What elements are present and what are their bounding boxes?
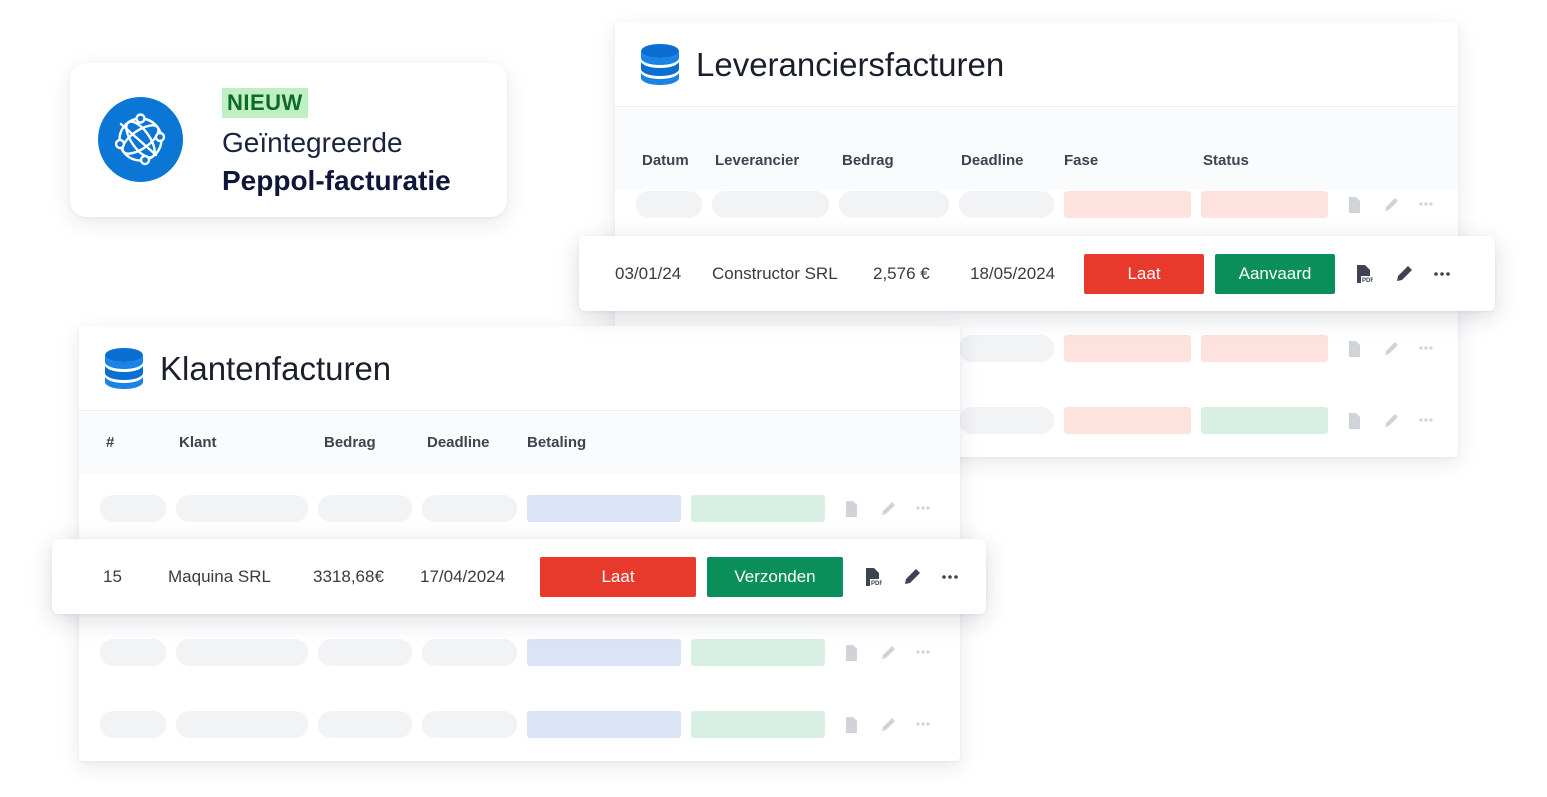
column-header-row: Datum Leverancier Bedrag Deadline Fase S… xyxy=(615,108,1458,190)
new-badge: NIEUW xyxy=(222,88,308,118)
pdf-icon[interactable]: PDF xyxy=(864,567,882,587)
skeleton-status xyxy=(691,639,825,666)
skeleton-cell xyxy=(176,711,308,738)
pdf-icon[interactable] xyxy=(1347,196,1363,214)
skeleton-cell xyxy=(100,639,166,666)
more-icon[interactable] xyxy=(1419,418,1433,422)
pencil-icon[interactable] xyxy=(1382,340,1400,358)
panel-header: Klantenfacturen xyxy=(79,326,960,411)
skeleton-status xyxy=(1201,335,1328,362)
invoice-deadline: 17/04/2024 xyxy=(420,567,506,586)
pdf-icon[interactable] xyxy=(1347,412,1363,430)
skeleton-cell xyxy=(318,711,412,738)
status-sent-badge[interactable]: Verzonden xyxy=(707,557,843,597)
invoice-date: 03/01/24 xyxy=(615,264,682,283)
column-payment[interactable]: Betaling xyxy=(527,434,586,451)
database-icon xyxy=(103,347,145,394)
pencil-icon[interactable] xyxy=(902,567,922,587)
more-icon[interactable] xyxy=(916,506,930,510)
more-icon[interactable] xyxy=(916,722,930,726)
panel-title: Klantenfacturen xyxy=(160,350,392,387)
panel-title: Leveranciersfacturen xyxy=(696,46,1005,83)
invoice-deadline: 18/05/2024 xyxy=(970,264,1056,283)
column-client[interactable]: Klant xyxy=(179,434,217,451)
skeleton-cell xyxy=(422,711,517,738)
supplier-invoice-row[interactable]: 03/01/24 Constructor SRL 2,576 € 18/05/2… xyxy=(579,236,1495,311)
pdf-icon[interactable]: PDF xyxy=(1355,264,1373,284)
more-icon[interactable] xyxy=(1434,272,1450,276)
skeleton-cell xyxy=(959,335,1054,362)
invoice-amount: 2,576 € xyxy=(873,264,930,283)
skeleton-cell xyxy=(839,191,949,218)
database-icon xyxy=(639,43,681,90)
pdf-icon[interactable] xyxy=(1347,340,1363,358)
column-number[interactable]: # xyxy=(106,434,114,451)
skeleton-phase xyxy=(1064,335,1191,362)
column-amount[interactable]: Bedrag xyxy=(324,434,376,451)
column-deadline[interactable]: Deadline xyxy=(961,152,1024,169)
more-icon[interactable] xyxy=(916,650,930,654)
skeleton-cell xyxy=(636,191,702,218)
column-header-row: # Klant Bedrag Deadline Betaling xyxy=(79,412,960,474)
skeleton-cell xyxy=(318,495,412,522)
network-globe-icon xyxy=(98,97,183,182)
skeleton-cell xyxy=(422,495,517,522)
pencil-icon[interactable] xyxy=(879,644,897,662)
pdf-icon[interactable] xyxy=(844,716,860,734)
column-status[interactable]: Status xyxy=(1203,152,1249,169)
invoice-amount: 3318,68€ xyxy=(313,567,384,586)
pencil-icon[interactable] xyxy=(1382,412,1400,430)
skeleton-payment xyxy=(527,711,681,738)
pdf-icon[interactable] xyxy=(844,500,860,518)
more-icon[interactable] xyxy=(1419,346,1433,350)
skeleton-status xyxy=(691,711,825,738)
pdf-icon[interactable] xyxy=(844,644,860,662)
svg-text:PDF: PDF xyxy=(871,581,882,587)
column-amount[interactable]: Bedrag xyxy=(842,152,894,169)
skeleton-status xyxy=(691,495,825,522)
phase-late-badge[interactable]: Laat xyxy=(1084,254,1204,294)
skeleton-phase xyxy=(1064,191,1191,218)
status-accepted-badge[interactable]: Aanvaard xyxy=(1215,254,1335,294)
svg-text:PDF: PDF xyxy=(1362,278,1373,284)
skeleton-payment xyxy=(527,495,681,522)
pencil-icon[interactable] xyxy=(1394,264,1414,284)
client-invoice-row[interactable]: 15 Maquina SRL 3318,68€ 17/04/2024 Laat … xyxy=(52,539,986,614)
skeleton-status xyxy=(1201,407,1328,434)
more-icon[interactable] xyxy=(942,575,958,579)
skeleton-phase xyxy=(1064,407,1191,434)
skeleton-cell xyxy=(422,639,517,666)
column-deadline[interactable]: Deadline xyxy=(427,434,490,451)
pencil-icon[interactable] xyxy=(879,500,897,518)
more-icon[interactable] xyxy=(1419,202,1433,206)
panel-header: Leveranciersfacturen xyxy=(615,22,1458,107)
invoice-number: 15 xyxy=(103,567,122,586)
pencil-icon[interactable] xyxy=(1382,196,1400,214)
skeleton-cell xyxy=(959,407,1054,434)
pencil-icon[interactable] xyxy=(879,716,897,734)
payment-late-badge[interactable]: Laat xyxy=(540,557,696,597)
column-date[interactable]: Datum xyxy=(642,152,689,169)
skeleton-cell xyxy=(959,191,1054,218)
skeleton-cell xyxy=(318,639,412,666)
skeleton-cell xyxy=(176,495,308,522)
promo-subtitle: Geïntegreerde xyxy=(222,127,403,158)
column-phase[interactable]: Fase xyxy=(1064,152,1098,169)
skeleton-cell xyxy=(712,191,829,218)
client-name: Maquina SRL xyxy=(168,567,272,586)
skeleton-status xyxy=(1201,191,1328,218)
peppol-promo-card: NIEUW Geïntegreerde Peppol-facturatie xyxy=(70,63,507,217)
skeleton-payment xyxy=(527,639,681,666)
promo-title: Peppol-facturatie xyxy=(222,165,451,196)
column-supplier[interactable]: Leverancier xyxy=(715,152,799,169)
skeleton-cell xyxy=(100,711,166,738)
skeleton-cell xyxy=(176,639,308,666)
skeleton-cell xyxy=(100,495,166,522)
supplier-name: Constructor SRL xyxy=(712,264,838,283)
